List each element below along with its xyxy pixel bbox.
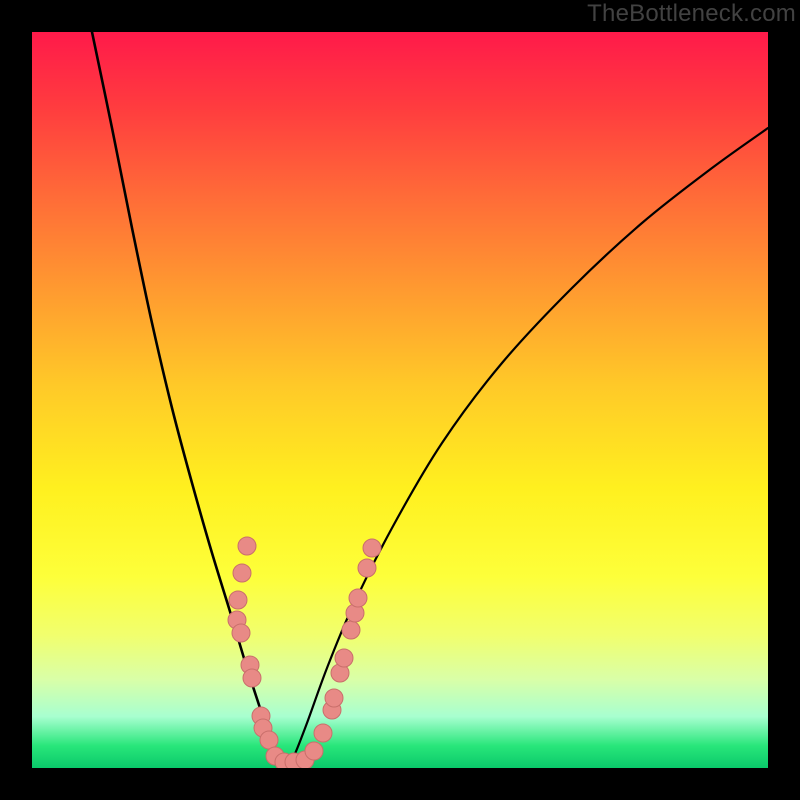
dot-marker: [325, 689, 343, 707]
plot-area: [32, 32, 768, 768]
dot-marker: [243, 669, 261, 687]
curves-svg: [32, 32, 768, 768]
chart-frame: TheBottleneck.com: [0, 0, 800, 800]
right-curve: [287, 128, 768, 766]
dot-marker: [232, 624, 250, 642]
dot-marker: [349, 589, 367, 607]
highlight-dots: [228, 537, 381, 768]
dot-marker: [233, 564, 251, 582]
left-curve: [92, 32, 287, 766]
dot-marker: [260, 731, 278, 749]
dot-marker: [358, 559, 376, 577]
watermark-text: TheBottleneck.com: [587, 0, 796, 28]
dot-marker: [238, 537, 256, 555]
dot-marker: [314, 724, 332, 742]
dot-marker: [342, 621, 360, 639]
curve-group: [92, 32, 768, 766]
dot-marker: [363, 539, 381, 557]
dot-marker: [335, 649, 353, 667]
dot-marker: [305, 742, 323, 760]
dot-marker: [229, 591, 247, 609]
